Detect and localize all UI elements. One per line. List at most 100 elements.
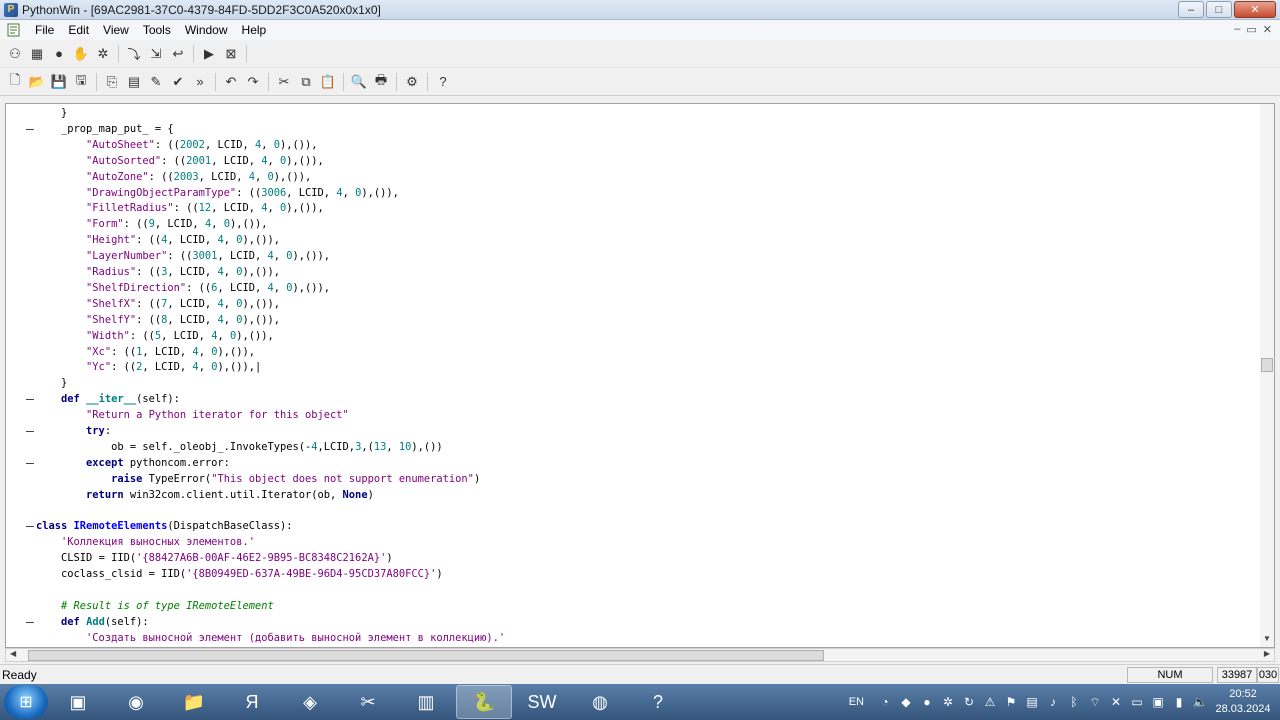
scroll-left-arrow-icon[interactable]: ◀ bbox=[10, 649, 16, 658]
tray-warning-icon[interactable]: ⚠ bbox=[982, 694, 998, 710]
code-line: "AutoSheet": ((2002, LCID, 4, 0),()), bbox=[36, 137, 318, 153]
horizontal-scrollbar[interactable]: ◀ ▶ bbox=[5, 648, 1275, 662]
horizontal-scroll-thumb[interactable] bbox=[28, 650, 824, 661]
tray-app-icon[interactable]: ◔ bbox=[877, 694, 893, 710]
vertical-scroll-thumb[interactable] bbox=[1261, 358, 1273, 372]
tray-display-icon[interactable]: ▭ bbox=[1129, 694, 1145, 710]
menu-window[interactable]: Window bbox=[178, 23, 235, 37]
document-icon[interactable] bbox=[6, 23, 22, 37]
copy-button[interactable]: ⧉ bbox=[295, 71, 317, 93]
tray-update-icon[interactable]: ↻ bbox=[961, 694, 977, 710]
tray-bluetooth-icon[interactable]: ᛒ bbox=[1066, 694, 1082, 710]
maximize-button[interactable]: □ bbox=[1206, 1, 1232, 18]
window-controls: – □ ✕ bbox=[1178, 1, 1276, 18]
menu-view[interactable]: View bbox=[96, 23, 136, 37]
tray-close-icon[interactable]: ✕ bbox=[1108, 694, 1124, 710]
fold-marker[interactable] bbox=[26, 399, 34, 401]
code-token: __iter__ bbox=[86, 393, 137, 406]
taskbar-file-explorer-button[interactable]: 📁 bbox=[166, 685, 222, 719]
checkmodule-button[interactable]: ▤ bbox=[123, 71, 145, 93]
code-token: 2003 bbox=[173, 170, 199, 183]
tray-monitor-icon[interactable]: ▣ bbox=[1150, 694, 1166, 710]
code-token: : (( bbox=[161, 154, 187, 167]
mdi-minimize-button[interactable]: – bbox=[1234, 23, 1240, 36]
taskbar-calculator-button[interactable]: ▥ bbox=[398, 685, 454, 719]
run-button[interactable]: ▶ bbox=[198, 43, 220, 65]
new-file-button[interactable]: 🗋 bbox=[4, 71, 26, 93]
taskbar-kompas-button[interactable]: ◈ bbox=[282, 685, 338, 719]
taskbar-firefox-button[interactable]: ◉ bbox=[108, 685, 164, 719]
menu-file[interactable]: File bbox=[28, 23, 61, 37]
brush-button[interactable]: ✎ bbox=[145, 71, 167, 93]
taskbar-explorer-windows-button[interactable]: ▣ bbox=[50, 685, 106, 719]
step-into-button[interactable]: ⤵ bbox=[123, 43, 145, 65]
code-token: , bbox=[223, 297, 237, 310]
num-lock-indicator: NUM bbox=[1127, 667, 1213, 683]
tray-volume-icon[interactable]: ♪ bbox=[1045, 694, 1061, 710]
minimize-button[interactable]: – bbox=[1178, 1, 1204, 18]
code-token: 13 bbox=[373, 440, 387, 453]
print-button[interactable]: 🖶 bbox=[370, 71, 392, 93]
code-editor[interactable]: ▼ } _prop_map_put_ = { "AutoSheet": ((20… bbox=[5, 103, 1275, 648]
vertical-scrollbar[interactable]: ▼ bbox=[1260, 104, 1274, 647]
fold-marker[interactable] bbox=[26, 128, 34, 130]
mdi-restore-button[interactable]: ▭ bbox=[1246, 23, 1256, 36]
hand-button[interactable]: ✋ bbox=[70, 43, 92, 65]
code-token: , bbox=[267, 154, 281, 167]
menu-help[interactable]: Help bbox=[235, 23, 274, 37]
redo-button[interactable]: ↷ bbox=[242, 71, 264, 93]
taskbar-solidworks-button[interactable]: SW bbox=[514, 685, 570, 719]
tray-wifi-icon[interactable]: ⌔ bbox=[1087, 694, 1103, 710]
fold-marker[interactable] bbox=[26, 431, 34, 432]
menu-tools[interactable]: Tools bbox=[136, 23, 178, 37]
fold-marker[interactable] bbox=[26, 621, 34, 623]
menu-edit[interactable]: Edit bbox=[61, 23, 96, 37]
code-token: : (( bbox=[154, 138, 180, 151]
step-out-button[interactable]: ↩ bbox=[167, 43, 189, 65]
python-button[interactable]: ⚙ bbox=[401, 71, 423, 93]
taskbar-help-button[interactable]: ? bbox=[630, 685, 686, 719]
tray-network-icon[interactable]: ▤ bbox=[1024, 694, 1040, 710]
tray-settings-icon[interactable]: ✲ bbox=[940, 694, 956, 710]
close-button[interactable]: ✕ bbox=[1234, 1, 1276, 18]
fold-marker[interactable] bbox=[26, 462, 34, 464]
tray-obs-icon[interactable]: ● bbox=[919, 694, 935, 710]
stop-button[interactable]: ● bbox=[48, 43, 70, 65]
paste-button[interactable]: 📋 bbox=[317, 71, 339, 93]
language-indicator[interactable]: EN bbox=[849, 696, 864, 708]
close-debug-button[interactable]: ⊠ bbox=[220, 43, 242, 65]
taskbar-obs-button[interactable]: ◍ bbox=[572, 685, 628, 719]
fold-marker[interactable] bbox=[26, 526, 34, 528]
save-all-button[interactable]: 🖫 bbox=[70, 71, 92, 93]
open-folder-button[interactable]: 📂 bbox=[26, 71, 48, 93]
undo-button[interactable]: ↶ bbox=[220, 71, 242, 93]
taskbar-pythonwin-button[interactable]: 🐍 bbox=[456, 685, 512, 719]
code-token: _prop_map_put_ = { bbox=[36, 122, 174, 135]
check-button[interactable]: ✔ bbox=[167, 71, 189, 93]
help-button[interactable]: ? bbox=[432, 71, 454, 93]
scroll-right-arrow-icon[interactable]: ▶ bbox=[1264, 649, 1270, 658]
import-button[interactable]: ⎘ bbox=[101, 71, 123, 93]
gear-button[interactable]: ✲ bbox=[92, 43, 114, 65]
print-preview-button[interactable]: 🔍 bbox=[348, 71, 370, 93]
code-line: "ShelfDirection": ((6, LCID, 4, 0),()), bbox=[36, 280, 330, 296]
tray-flag-icon[interactable]: ⚑ bbox=[1003, 694, 1019, 710]
code-token: ) bbox=[386, 552, 393, 565]
tray-shield-icon[interactable]: ◆ bbox=[898, 694, 914, 710]
cut-button[interactable]: ✂ bbox=[273, 71, 295, 93]
step-over-button[interactable]: ⇲ bbox=[145, 43, 167, 65]
mdi-close-button[interactable]: ✕ bbox=[1263, 23, 1272, 36]
watch-button[interactable]: ⚇ bbox=[4, 43, 26, 65]
start-button[interactable]: ⊞ bbox=[4, 685, 48, 719]
scroll-down-arrow-icon[interactable]: ▼ bbox=[1263, 634, 1271, 643]
tray-speaker-icon[interactable]: 🔈 bbox=[1192, 694, 1208, 710]
expand-button[interactable]: » bbox=[189, 71, 211, 93]
save-button[interactable]: 💾 bbox=[48, 71, 70, 93]
system-clock[interactable]: 20:52 28.03.2024 bbox=[1212, 687, 1274, 717]
taskbar-tool-button[interactable]: ✂ bbox=[340, 685, 396, 719]
grid-button[interactable]: ▦ bbox=[26, 43, 48, 65]
code-line: "ShelfY": ((8, LCID, 4, 0),()), bbox=[36, 312, 280, 328]
taskbar-yandex-button[interactable]: Я bbox=[224, 685, 280, 719]
tray-signal-icon[interactable]: ▮ bbox=[1171, 694, 1187, 710]
